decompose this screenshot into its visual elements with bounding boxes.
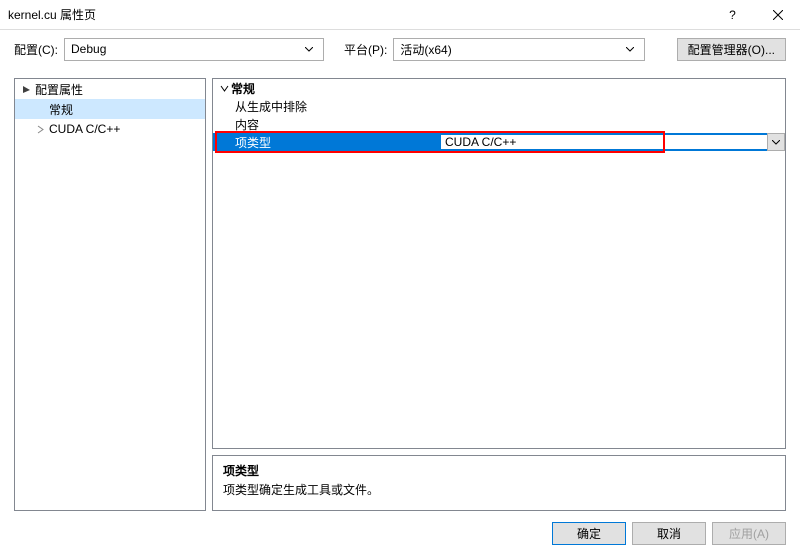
prop-value: CUDA C/C++ [441, 135, 785, 149]
prop-label: 内容 [213, 116, 441, 133]
close-icon [773, 10, 783, 20]
config-combobox[interactable]: Debug [64, 38, 324, 61]
chevron-down-icon [772, 140, 780, 145]
platform-label: 平台(P): [344, 41, 387, 58]
ok-label: 确定 [577, 525, 601, 542]
tree-item-general[interactable]: 常规 [15, 99, 205, 119]
description-title: 项类型 [223, 462, 775, 479]
platform-combobox[interactable]: 活动(x64) [393, 38, 645, 61]
cancel-label: 取消 [657, 525, 681, 542]
prop-row-itemtype[interactable]: 项类型 CUDA C/C++ [213, 133, 785, 151]
group-label: 常规 [231, 80, 255, 97]
platform-value: 活动(x64) [400, 41, 622, 58]
tree-item-cuda[interactable]: CUDA C/C++ [15, 119, 205, 139]
prop-row-exclude[interactable]: 从生成中排除 [213, 97, 785, 115]
config-label: 配置(C): [14, 41, 58, 58]
tree-item-label: CUDA C/C++ [49, 122, 120, 136]
tree-root-label: 配置属性 [35, 81, 83, 98]
prop-row-content[interactable]: 内容 [213, 115, 785, 133]
window-title: kernel.cu 属性页 [8, 6, 710, 23]
tree-panel: 配置属性 常规 CUDA C/C++ [14, 78, 206, 511]
config-manager-button[interactable]: 配置管理器(O)... [677, 38, 786, 61]
cancel-button[interactable]: 取消 [632, 522, 706, 545]
close-button[interactable] [755, 0, 800, 30]
triangle-right-icon [33, 122, 47, 136]
prop-label: 从生成中排除 [213, 98, 441, 115]
properties-panel: 常规 从生成中排除 内容 项类型 CUDA C/C++ [212, 78, 786, 449]
prop-dropdown-button[interactable] [767, 133, 785, 151]
chevron-down-icon [622, 47, 638, 52]
apply-button[interactable]: 应用(A) [712, 522, 786, 545]
help-icon: ? [729, 8, 736, 22]
config-value: Debug [71, 42, 301, 56]
chevron-down-icon [217, 84, 231, 93]
tree-root[interactable]: 配置属性 [15, 79, 205, 99]
chevron-down-icon [301, 47, 317, 52]
ok-button[interactable]: 确定 [552, 522, 626, 545]
description-panel: 项类型 项类型确定生成工具或文件。 [212, 455, 786, 511]
group-header[interactable]: 常规 [213, 79, 785, 97]
apply-label: 应用(A) [729, 525, 769, 542]
description-text: 项类型确定生成工具或文件。 [223, 481, 775, 498]
tree-item-label: 常规 [49, 101, 73, 118]
config-manager-label: 配置管理器(O)... [688, 41, 775, 58]
triangle-down-icon [19, 82, 33, 96]
help-button[interactable]: ? [710, 0, 755, 30]
prop-label: 项类型 [213, 134, 441, 151]
